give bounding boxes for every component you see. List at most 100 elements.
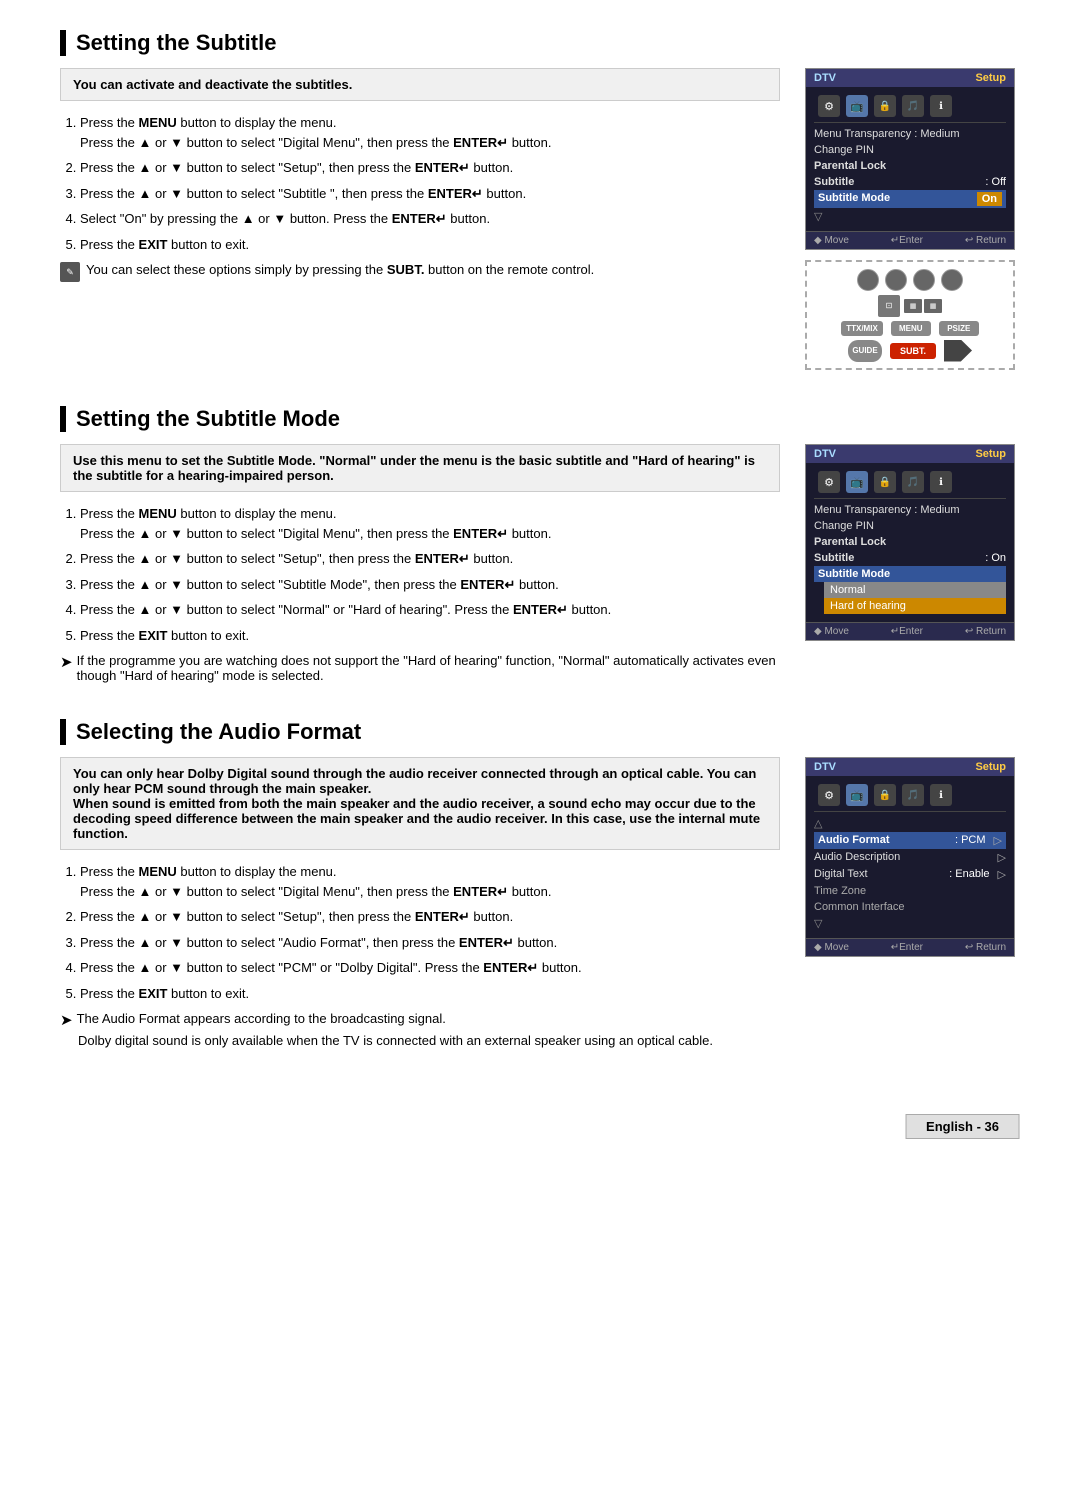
remote-psize-btn: PSIZE [939, 321, 979, 336]
page-content: Setting the Subtitle You can activate an… [60, 30, 1020, 1139]
section-subtitle-mode: Setting the Subtitle Mode Use this menu … [60, 406, 1020, 683]
tv-menu-header: DTV Setup [806, 69, 1014, 87]
tv-menu-row-3-digital-text: Digital Text : Enable ▷ [814, 866, 1006, 883]
tv-menu-row-2-transparency: Menu Transparency : Medium [814, 502, 1006, 518]
tv-menu-body-2: ⚙ 📺 🔒 🎵 ℹ Menu Transparency : Medium Cha… [806, 463, 1014, 622]
audio-format-tv-menu: DTV Setup ⚙ 📺 🔒 🎵 ℹ △ [805, 757, 1015, 957]
section-audio-format-content: You can only hear Dolby Digital sound th… [60, 757, 1020, 1048]
tv-menu-icons: ⚙ 📺 🔒 🎵 ℹ [814, 93, 1006, 119]
section-subtitle-mode-text: Use this menu to set the Subtitle Mode. … [60, 444, 780, 683]
audio-format-info-text-2: When sound is emitted from both the main… [73, 796, 760, 841]
tv-menu-header-2: DTV Setup [806, 445, 1014, 463]
dropdown-normal: Normal [824, 582, 1006, 598]
tv-icon-1: ⚙ [818, 95, 840, 117]
subtitle-step-4: Select "On" by pressing the ▲ or ▼ butto… [80, 209, 780, 229]
footer-move-2: ◆ Move [814, 626, 849, 637]
section-subtitle-mode-content: Use this menu to set the Subtitle Mode. … [60, 444, 1020, 683]
footer-move: ◆ Move [814, 235, 849, 246]
subtitle-mode-step-3: Press the ▲ or ▼ button to select "Subti… [80, 575, 780, 595]
subtitle-step-3: Press the ▲ or ▼ button to select "Subti… [80, 184, 780, 204]
remote-guide-btn: GUIDE [848, 340, 882, 362]
tv-icon-3-4: 🎵 [902, 784, 924, 806]
dtv-label-3: DTV [814, 761, 836, 773]
remote-circle-4 [941, 269, 963, 291]
audio-format-steps: Press the MENU button to display the men… [60, 862, 780, 1003]
setup-label-2: Setup [975, 448, 1006, 460]
audio-format-note-text-1: The Audio Format appears according to th… [77, 1011, 446, 1026]
subtitle-info-box: You can activate and deactivate the subt… [60, 68, 780, 101]
subtitle-note-text: You can select these options simply by p… [86, 262, 594, 277]
subtitle-mode-step-4: Press the ▲ or ▼ button to select "Norma… [80, 600, 780, 620]
tv-icon-3-2: 📺 [846, 784, 868, 806]
subtitle-mode-dropdown: Normal Hard of hearing [824, 582, 1006, 614]
tv-menu-footer: ◆ Move ↵Enter ↩ Return [806, 231, 1014, 249]
tv-menu-row-3-up: △ [814, 815, 1006, 832]
tv-menu-row-3-audio-format: Audio Format : PCM ▷ [814, 832, 1006, 849]
footer-return-2: ↩ Return [965, 626, 1006, 637]
tv-menu-header-3: DTV Setup [806, 758, 1014, 776]
tv-menu-row-2-pin: Change PIN [814, 518, 1006, 534]
tv-icon-4: 🎵 [902, 95, 924, 117]
arrow-icon-2: ➤ [60, 1011, 73, 1031]
tv-menu-footer-3: ◆ Move ↵Enter ↩ Return [806, 938, 1014, 956]
subtitle-note: ✎ You can select these options simply by… [60, 262, 780, 282]
audio-format-note-1: ➤ The Audio Format appears according to … [60, 1011, 780, 1031]
tv-menu-body: ⚙ 📺 🔒 🎵 ℹ Menu Transparency : Medium Cha… [806, 87, 1014, 231]
tv-icon-3-5: ℹ [930, 784, 952, 806]
tv-menu-icons-2: ⚙ 📺 🔒 🎵 ℹ [814, 469, 1006, 495]
subtitle-steps: Press the MENU button to display the men… [60, 113, 780, 254]
arrow-icon: ➤ [60, 653, 73, 673]
subtitle-mode-info-text: Use this menu to set the Subtitle Mode. … [73, 453, 755, 483]
subtitle-mode-steps: Press the MENU button to display the men… [60, 504, 780, 645]
subtitle-mode-note: ➤ If the programme you are watching does… [60, 653, 780, 683]
tv-menu-row-3-common-iface: Common Interface [814, 899, 1006, 915]
section-audio-format: Selecting the Audio Format You can only … [60, 719, 1020, 1048]
audio-format-note-2: Dolby digital sound is only available wh… [60, 1033, 780, 1048]
tv-menu-row-transparency: Menu Transparency : Medium [814, 126, 1006, 142]
footer-text: English - 36 [905, 1114, 1020, 1139]
tv-icon-3-1: ⚙ [818, 784, 840, 806]
tv-menu-footer-2: ◆ Move ↵Enter ↩ Return [806, 622, 1014, 640]
footer-return: ↩ Return [965, 235, 1006, 246]
audio-format-images: DTV Setup ⚙ 📺 🔒 🎵 ℹ △ [800, 757, 1020, 957]
subtitle-tv-menu: DTV Setup ⚙ 📺 🔒 🎵 ℹ [805, 68, 1015, 250]
note-icon: ✎ [60, 262, 80, 282]
tv-icon-5: ℹ [930, 95, 952, 117]
footer-move-3: ◆ Move [814, 942, 849, 953]
setup-label-3: Setup [975, 761, 1006, 773]
remote-icon-row: ⊡ ▦ ▦ [878, 295, 942, 317]
audio-format-note-text-2: Dolby digital sound is only available wh… [78, 1033, 713, 1048]
remote-menu-btn: MENU [891, 321, 931, 336]
section-subtitle-mode-title: Setting the Subtitle Mode [60, 406, 1020, 432]
footer-enter: ↵Enter [891, 235, 923, 246]
tv-menu-row-arrow-down: ▽ [814, 208, 1006, 225]
section-subtitle: Setting the Subtitle You can activate an… [60, 30, 1020, 370]
dropdown-hard-of-hearing: Hard of hearing [824, 598, 1006, 614]
audio-format-info-box: You can only hear Dolby Digital sound th… [60, 757, 780, 850]
tv-menu-row-parental: Parental Lock [814, 158, 1006, 174]
tv-icon-2-2: 📺 [846, 471, 868, 493]
section-audio-format-title: Selecting the Audio Format [60, 719, 1020, 745]
remote-control-image: ⊡ ▦ ▦ TTX/MIX MENU PSIZE GUIDE [805, 260, 1015, 370]
tv-menu-row-2-subtitle: Subtitle : On [814, 550, 1006, 566]
remote-circle-1 [857, 269, 879, 291]
subtitle-mode-images: DTV Setup ⚙ 📺 🔒 🎵 ℹ Menu Tr [800, 444, 1020, 641]
footer-enter-2: ↵Enter [891, 626, 923, 637]
audio-format-info-text-1: You can only hear Dolby Digital sound th… [73, 766, 756, 796]
tv-icon-3: 🔒 [874, 95, 896, 117]
remote-btn-row: TTX/MIX MENU PSIZE [841, 321, 979, 336]
audio-format-step-3: Press the ▲ or ▼ button to select "Audio… [80, 933, 780, 953]
audio-format-step-5: Press the EXIT button to exit. [80, 984, 780, 1004]
tv-menu-row-3-audio-desc: Audio Description ▷ [814, 849, 1006, 866]
remote-subt-btn: SUBT. [890, 343, 936, 359]
tv-icon-2-3: 🔒 [874, 471, 896, 493]
subtitle-step-5: Press the EXIT button to exit. [80, 235, 780, 255]
dtv-label: DTV [814, 72, 836, 84]
audio-format-step-1: Press the MENU button to display the men… [80, 862, 780, 901]
section-subtitle-text: You can activate and deactivate the subt… [60, 68, 780, 286]
subtitle-images: DTV Setup ⚙ 📺 🔒 🎵 ℹ [800, 68, 1020, 370]
tv-icon-2: 📺 [846, 95, 868, 117]
subtitle-mode-step-5: Press the EXIT button to exit. [80, 626, 780, 646]
subtitle-step-2: Press the ▲ or ▼ button to select "Setup… [80, 158, 780, 178]
tv-menu-body-3: ⚙ 📺 🔒 🎵 ℹ △ Audio Format : PCM [806, 776, 1014, 938]
